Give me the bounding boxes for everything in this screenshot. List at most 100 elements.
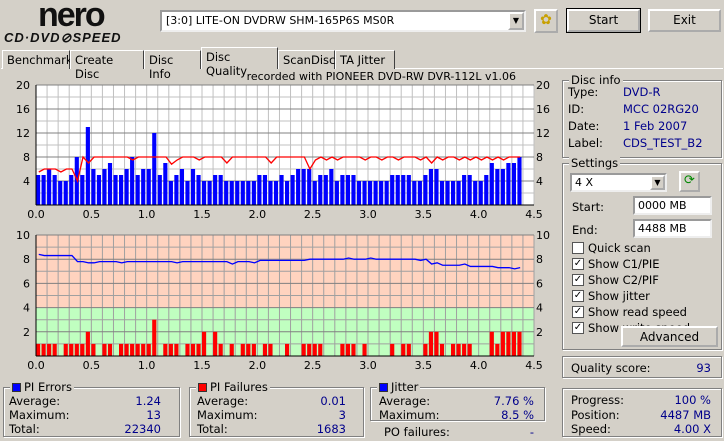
show-pie-checkbox[interactable]: ✓ Show C1/PIE: [572, 257, 660, 271]
y-tick-label-left: 20: [16, 79, 30, 92]
tab-create-disc[interactable]: Create Disc: [70, 50, 144, 81]
jitter-maximum: 8.5 %: [501, 408, 534, 422]
y-tick-label-right: 10: [536, 229, 550, 242]
total-label: Total:: [197, 422, 228, 436]
data-bar: [185, 343, 190, 356]
data-bar: [85, 331, 90, 356]
data-bar: [517, 157, 522, 205]
data-bar: [80, 175, 85, 205]
label-value: CDS_TEST_B2: [623, 136, 703, 150]
show-jitter-checkbox[interactable]: ✓ Show jitter: [572, 289, 650, 303]
data-bar: [467, 175, 472, 205]
data-bar: [224, 181, 229, 205]
exit-button[interactable]: Exit: [648, 9, 721, 32]
y-tick-label-left: 4: [23, 175, 30, 188]
data-bar: [345, 175, 351, 205]
advanced-button[interactable]: Advanced: [621, 326, 718, 347]
tab-ta-jitter[interactable]: TA Jitter: [335, 50, 395, 69]
data-bar: [489, 163, 494, 205]
data-bar: [467, 343, 472, 356]
data-bar: [69, 175, 74, 205]
jitter-average: 7.76 %: [493, 394, 534, 408]
pi-failures-average: 0.01: [320, 394, 346, 408]
data-bar: [456, 343, 461, 356]
data-bar: [500, 331, 505, 356]
checkbox-label: Show jitter: [588, 289, 650, 303]
y-tick-label-right: 12: [536, 127, 550, 140]
data-bar: [495, 169, 500, 205]
data-bar: [268, 343, 273, 356]
data-bar: [379, 181, 384, 205]
x-tick-label: 3.5: [415, 359, 433, 370]
y-tick-label-left: 4: [23, 302, 30, 315]
drive-select-value: [3:0] LITE-ON DVDRW SHM-165P6S MS0R: [166, 14, 395, 27]
x-tick-label: 2.0: [249, 208, 267, 221]
data-bar: [146, 169, 151, 205]
tab-disc-quality[interactable]: Disc Quality: [201, 47, 278, 78]
data-bar: [412, 181, 417, 205]
progress-label: Progress:: [571, 393, 624, 407]
data-bar: [484, 175, 489, 205]
chevron-down-icon[interactable]: ▼: [508, 12, 524, 30]
x-tick-label: 0.5: [83, 208, 101, 221]
data-bar: [423, 175, 428, 205]
x-tick-label: 3.0: [359, 359, 377, 370]
data-bar: [401, 343, 406, 356]
data-bar: [423, 343, 428, 356]
data-bar: [445, 181, 450, 205]
speed-select[interactable]: 4 X ▼: [570, 173, 667, 192]
data-bar: [356, 181, 362, 205]
data-bar: [102, 343, 107, 356]
id-value: MCC 02RG20: [623, 102, 699, 116]
data-bar: [351, 175, 356, 205]
chevron-down-icon[interactable]: ▼: [650, 175, 665, 190]
checkmark-icon: ✓: [572, 290, 584, 302]
data-bar: [506, 331, 511, 356]
quality-score-box: Quality score: 93: [562, 356, 722, 378]
data-bar: [185, 181, 190, 205]
data-bar: [168, 181, 173, 205]
end-input[interactable]: 4488 MB: [633, 219, 712, 238]
tab-disc-info[interactable]: Disc Info: [144, 50, 201, 81]
data-bar: [91, 169, 96, 205]
x-tick-label: 4.0: [470, 359, 488, 370]
settings-title: Settings: [569, 156, 621, 170]
data-bar: [251, 181, 256, 205]
data-bar: [246, 181, 251, 205]
x-tick-label: 3.0: [359, 208, 377, 221]
refresh-icon[interactable]: ⟳: [679, 171, 700, 192]
checkbox-box: [572, 242, 584, 254]
pi-failures-maximum: 3: [338, 408, 346, 422]
data-bar: [478, 181, 483, 205]
data-bar: [489, 331, 494, 356]
data-bar: [163, 343, 168, 356]
speed-label: Speed:: [571, 422, 611, 436]
show-read-speed-checkbox[interactable]: ✓ Show read speed: [572, 305, 687, 319]
pi-errors-average: 1.24: [135, 394, 161, 408]
y-tick-label-left: 16: [16, 103, 30, 116]
quick-scan-checkbox[interactable]: Quick scan: [572, 241, 651, 255]
settings-group: Settings 4 X ▼ ⟳ Start: 0000 MB End: 4488…: [562, 156, 722, 350]
data-bar: [152, 319, 157, 356]
data-bar: [285, 181, 290, 205]
y-tick-label-right: 16: [536, 103, 550, 116]
drive-select[interactable]: [3:0] LITE-ON DVDRW SHM-165P6S MS0R ▼: [160, 10, 526, 32]
data-bar: [318, 175, 323, 205]
tab-benchmark[interactable]: Benchmark: [2, 50, 73, 69]
po-failures-value: -: [529, 425, 534, 439]
x-tick-label: 0.0: [27, 208, 45, 221]
y-tick-label-right: 4: [536, 175, 543, 188]
data-bar: [351, 343, 356, 356]
start-input[interactable]: 0000 MB: [633, 196, 712, 215]
type-label: Type:: [568, 85, 599, 99]
checkbox-label: Quick scan: [588, 241, 651, 255]
data-bar: [141, 343, 146, 356]
type-value: DVD-R: [623, 85, 661, 99]
data-bar: [52, 343, 57, 356]
data-bar: [135, 175, 140, 205]
data-bar: [202, 181, 207, 205]
start-button[interactable]: Start: [566, 8, 641, 33]
tab-scandisc[interactable]: ScanDisc: [278, 50, 335, 69]
wrench-icon[interactable]: ✿: [534, 9, 558, 33]
show-pif-checkbox[interactable]: ✓ Show C2/PIF: [572, 273, 659, 287]
